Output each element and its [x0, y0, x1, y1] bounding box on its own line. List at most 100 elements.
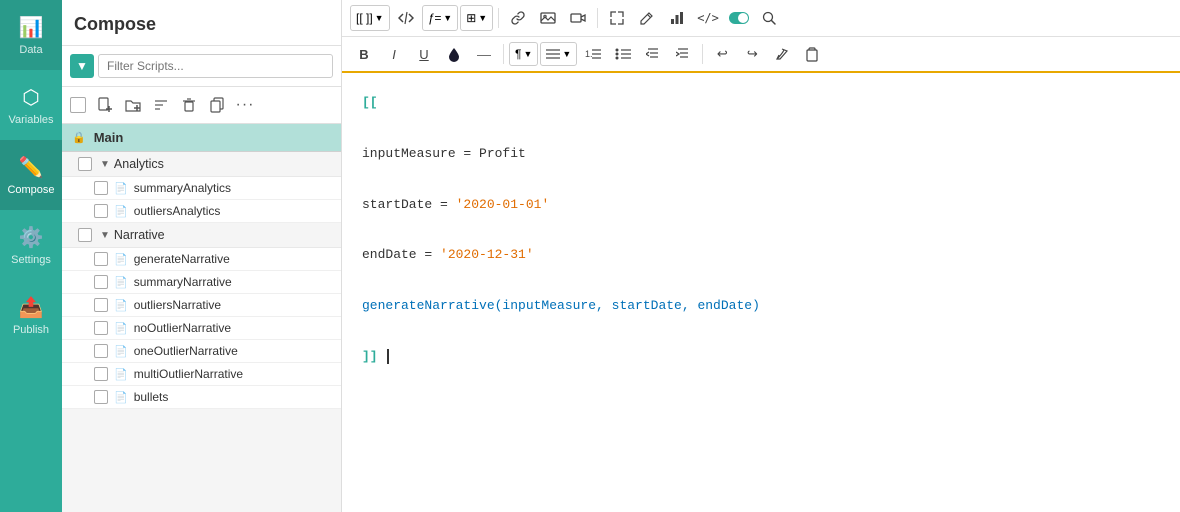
toggle-icon [729, 11, 749, 25]
editor-toolbar-top: [[ ]] ▼ ƒ= ▼ ⊞ ▼ [342, 0, 1180, 37]
bullets-checkbox[interactable] [94, 390, 108, 404]
search-button[interactable] [755, 4, 783, 32]
nav-label-settings: Settings [11, 254, 51, 266]
analytics-label: Analytics [114, 157, 164, 171]
brackets-label: [[ ]] [356, 11, 373, 25]
tree-leaf-outliersanalytics[interactable]: 📄 outliersAnalytics [62, 200, 341, 223]
indent-inc-button[interactable] [669, 40, 697, 68]
analytics-checkbox[interactable] [78, 157, 92, 171]
image-button[interactable] [534, 4, 562, 32]
summarynarrative-checkbox[interactable] [94, 275, 108, 289]
code-startdate-key: startDate = [362, 197, 456, 212]
nav-label-publish: Publish [13, 324, 49, 336]
function-caret: ▼ [443, 13, 452, 23]
code-button[interactable]: </> [693, 4, 723, 32]
tree-group-narrative[interactable]: ▼ Narrative [62, 223, 341, 248]
align-icon [546, 48, 560, 60]
tree-leaf-summarynarrative[interactable]: 📄 summaryNarrative [62, 271, 341, 294]
copy-icon [209, 97, 225, 113]
image-icon [540, 10, 556, 26]
edit-button[interactable] [633, 4, 661, 32]
generatenarrative-label: generateNarrative [134, 252, 230, 266]
expand-icon [609, 10, 625, 26]
nav-item-settings[interactable]: ⚙️ Settings [0, 210, 62, 280]
align-caret: ▼ [562, 49, 571, 59]
undo-button[interactable]: ↩ [708, 40, 736, 68]
code-line-blank-1 [362, 116, 1160, 139]
bold-button[interactable]: B [350, 40, 378, 68]
nav-item-publish[interactable]: 📤 Publish [0, 280, 62, 350]
paragraph-dropdown[interactable]: ¶ ▼ [509, 42, 538, 66]
summaryanalytics-checkbox[interactable] [94, 181, 108, 195]
chart-icon [669, 10, 685, 26]
format-clear-button[interactable] [768, 40, 796, 68]
code-line-4: endDate = '2020-12-31' [362, 243, 1160, 266]
more-button[interactable]: ··· [232, 92, 258, 118]
nav-item-compose[interactable]: ✏️ Compose [0, 140, 62, 210]
copy-button[interactable] [204, 92, 230, 118]
tree-leaf-oneoutliernarrative[interactable]: 📄 oneOutlierNarrative [62, 340, 341, 363]
function-dropdown[interactable]: ƒ= ▼ [422, 5, 459, 31]
hr-icon: — [477, 46, 491, 62]
script-icon-summarynarrative: 📄 [114, 276, 128, 289]
filter-icon[interactable]: ▼ [70, 54, 94, 78]
hr-button[interactable]: — [470, 40, 498, 68]
publish-icon: 📤 [19, 295, 44, 320]
search-input[interactable] [98, 54, 333, 78]
ol-button[interactable]: 1. [579, 40, 607, 68]
ink-button[interactable] [440, 40, 468, 68]
delete-button[interactable] [176, 92, 202, 118]
select-all-checkbox[interactable] [70, 97, 86, 113]
tree-group-analytics[interactable]: ▼ Analytics [62, 152, 341, 177]
tree-leaf-nooutliernarrative[interactable]: 📄 noOutlierNarrative [62, 317, 341, 340]
underline-button[interactable]: U [410, 40, 438, 68]
tree-leaf-summaryanalytics[interactable]: 📄 summaryAnalytics [62, 177, 341, 200]
tree-item-main[interactable]: 🔒 Main [62, 124, 341, 152]
paste-button[interactable] [798, 40, 826, 68]
new-file-button[interactable] [92, 92, 118, 118]
tree-leaf-generatenarrative[interactable]: 📄 generateNarrative [62, 248, 341, 271]
link-button[interactable] [504, 4, 532, 32]
video-button[interactable] [564, 4, 592, 32]
paragraph-caret: ▼ [523, 49, 532, 59]
nav-item-data[interactable]: 📊 Data [0, 0, 62, 70]
sidebar-search-bar: ▼ [62, 46, 341, 87]
indent-dec-button[interactable] [639, 40, 667, 68]
new-folder-button[interactable] [120, 92, 146, 118]
nav-item-variables[interactable]: ⬡ Variables [0, 70, 62, 140]
italic-button[interactable]: I [380, 40, 408, 68]
narrative-checkbox[interactable] [78, 228, 92, 242]
script-button[interactable] [392, 4, 420, 32]
outliersanalytics-checkbox[interactable] [94, 204, 108, 218]
code-line-blank-2 [362, 167, 1160, 190]
component-label: ⊞ [466, 11, 476, 25]
nooutliernarrative-checkbox[interactable] [94, 321, 108, 335]
code-line-blank-4 [362, 269, 1160, 292]
outliersnarrative-checkbox[interactable] [94, 298, 108, 312]
chart-button[interactable] [663, 4, 691, 32]
sep3 [503, 44, 504, 64]
script-icon-nooutliernarrative: 📄 [114, 322, 128, 335]
sidebar-title: Compose [62, 0, 341, 46]
more-icon: ··· [236, 96, 255, 114]
lock-icon: 🔒 [72, 131, 86, 144]
generatenarrative-checkbox[interactable] [94, 252, 108, 266]
sort-button[interactable] [148, 92, 174, 118]
oneoutliernarrative-checkbox[interactable] [94, 344, 108, 358]
redo-button[interactable]: ↪ [738, 40, 766, 68]
multioutliernarrative-checkbox[interactable] [94, 367, 108, 381]
brackets-dropdown[interactable]: [[ ]] ▼ [350, 5, 390, 31]
edit-icon [639, 10, 655, 26]
summarynarrative-label: summaryNarrative [134, 275, 232, 289]
tree-leaf-bullets[interactable]: 📄 bullets [62, 386, 341, 409]
script-tree: 🔒 Main ▼ Analytics 📄 summaryAnalytics 📄 … [62, 124, 341, 512]
expand-button[interactable] [603, 4, 631, 32]
editor-content[interactable]: [[ inputMeasure = Profit startDate = '20… [342, 73, 1180, 512]
ul-button[interactable] [609, 40, 637, 68]
sidebar-toolbar: ··· [62, 87, 341, 124]
align-dropdown[interactable]: ▼ [540, 42, 577, 66]
component-dropdown[interactable]: ⊞ ▼ [460, 5, 493, 31]
toggle-button[interactable] [725, 4, 753, 32]
tree-leaf-multioutliernarrative[interactable]: 📄 multiOutlierNarrative [62, 363, 341, 386]
tree-leaf-outliersnarrative[interactable]: 📄 outliersNarrative [62, 294, 341, 317]
